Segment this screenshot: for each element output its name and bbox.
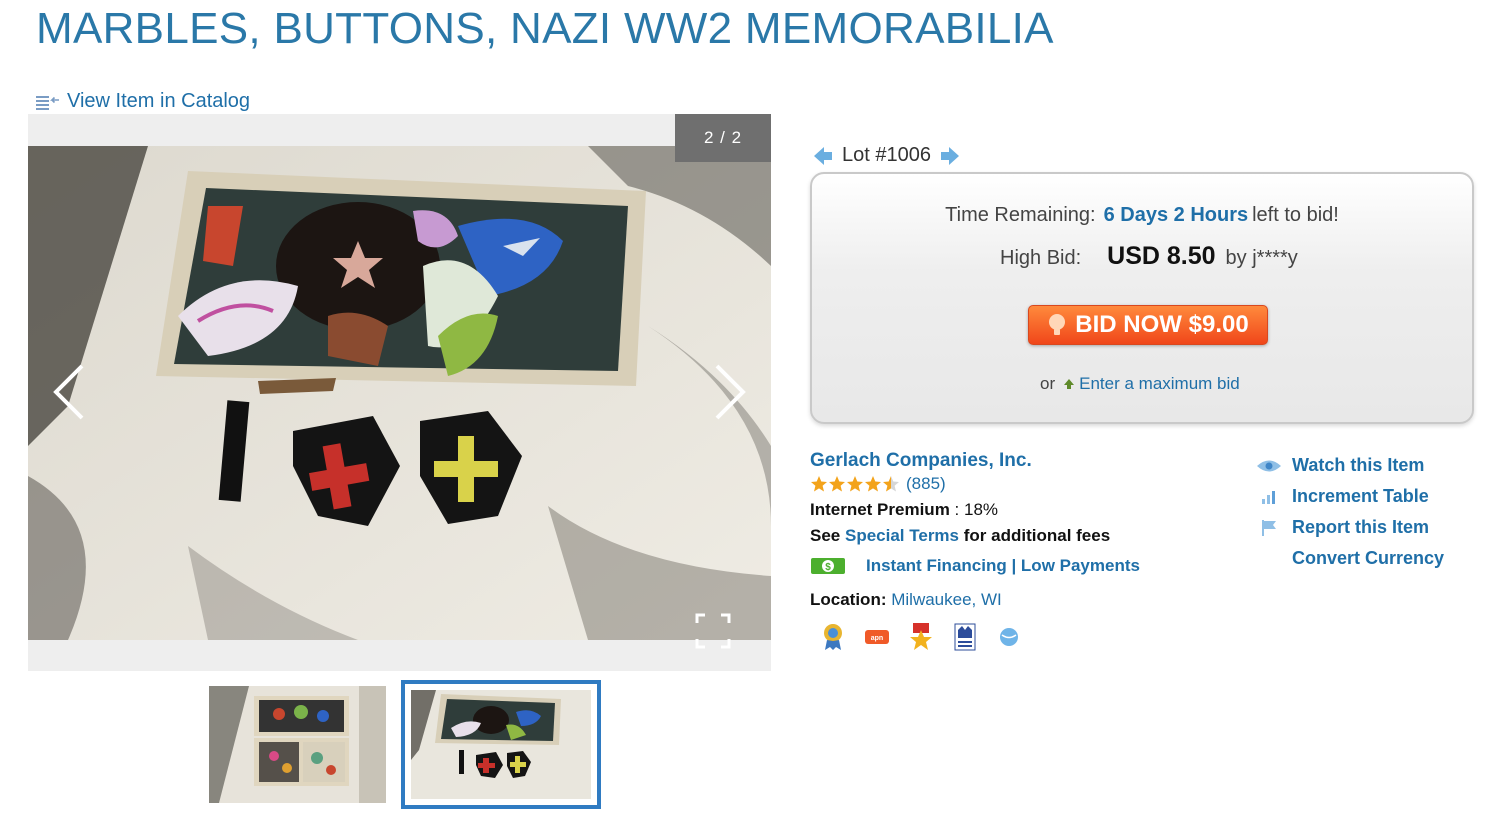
increment-table-label: Increment Table <box>1292 486 1429 506</box>
time-remaining-suffix: left to bid! <box>1252 204 1339 226</box>
high-bid: High Bid: USD 8.50 by j****y <box>1000 242 1298 271</box>
enter-max-bid-label: Enter a maximum bid <box>1079 374 1240 393</box>
high-bidder: by j****y <box>1225 247 1298 269</box>
time-remaining-value: 6 Days 2 Hours <box>1103 204 1249 226</box>
star-rating-icon <box>811 476 899 492</box>
bar-chart-icon <box>1256 487 1282 507</box>
thumbnail-strip <box>0 680 800 810</box>
premium-label: Internet Premium <box>810 500 950 519</box>
association-badge-icon <box>954 623 976 651</box>
seller-name-link[interactable]: Gerlach Companies, Inc. <box>810 450 1032 472</box>
next-lot-arrow-icon[interactable] <box>939 145 961 167</box>
bid-now-label: BID NOW $9.00 <box>1075 311 1249 338</box>
special-terms: See Special Terms for additional fees <box>810 526 1110 546</box>
convert-currency-label: Convert Currency <box>1292 548 1445 568</box>
item-actions: Watch this Item Increment Table Report t… <box>1256 450 1444 574</box>
catalog-link-label: View Item in Catalog <box>67 90 251 112</box>
image-viewer: 2 / 2 <box>28 114 771 671</box>
lightbulb-icon <box>1049 314 1066 335</box>
next-image-arrow[interactable] <box>709 362 749 422</box>
up-arrow-icon <box>1064 379 1075 389</box>
currency-icon <box>1256 549 1282 569</box>
thumbnail-2-selected[interactable] <box>401 680 601 809</box>
premium-value: : 18% <box>954 500 999 519</box>
svg-text:apn: apn <box>871 635 883 642</box>
terms-suffix: for additional fees <box>963 526 1111 545</box>
financing-link[interactable]: $ Instant Financing | Low Payments <box>810 556 1140 576</box>
flag-icon <box>1256 518 1282 538</box>
special-terms-link[interactable]: Special Terms <box>845 526 959 545</box>
lot-number: Lot #1006 <box>842 144 931 166</box>
report-item-link[interactable]: Report this Item <box>1256 512 1444 543</box>
terms-prefix: See <box>810 526 841 545</box>
view-in-catalog-link[interactable]: View Item in Catalog <box>35 90 250 113</box>
watch-item-label: Watch this Item <box>1292 455 1425 475</box>
seller-rating[interactable]: (885) <box>810 474 946 494</box>
rating-count: (885) <box>906 474 946 493</box>
previous-lot-arrow-icon[interactable] <box>812 145 834 167</box>
thumbnail-1[interactable] <box>209 686 386 803</box>
image-counter: 2 / 2 <box>675 114 771 162</box>
item-location: Location: Milwaukee, WI <box>810 590 1002 610</box>
financing-label: Instant Financing | Low Payments <box>866 556 1140 575</box>
eye-icon <box>1256 456 1282 476</box>
bid-panel: Time Remaining: 6 Days 2 Hours left to bid… <box>810 172 1474 424</box>
max-bid-row: or Enter a maximum bid <box>1040 374 1240 394</box>
internet-premium: Internet Premium : 18% <box>810 500 998 520</box>
page-title: MARBLES, BUTTONS, NAZI WW2 MEMORABILIA <box>36 4 1054 53</box>
svg-text:$: $ <box>825 562 831 573</box>
location-label: Location: <box>810 590 887 609</box>
high-bid-label: High Bid: <box>1000 247 1082 269</box>
previous-image-arrow[interactable] <box>50 362 90 422</box>
time-remaining-label: Time Remaining: <box>945 204 1096 226</box>
award-ribbon-icon <box>824 624 842 650</box>
fullscreen-button[interactable] <box>695 613 731 649</box>
auction-page: MARBLES, BUTTONS, NAZI WW2 MEMORABILIA V… <box>0 0 1500 818</box>
seller-badges: apn <box>820 622 1022 652</box>
high-bid-amount: USD 8.50 <box>1107 242 1216 270</box>
fullscreen-icon <box>695 613 731 649</box>
or-text: or <box>1040 374 1056 393</box>
location-link[interactable]: Milwaukee, WI <box>891 590 1002 609</box>
time-remaining: Time Remaining: 6 Days 2 Hours left to bid… <box>812 204 1472 227</box>
chevron-right-icon <box>715 364 746 420</box>
chevron-left-icon <box>53 364 84 420</box>
lot-navigation: Lot #1006 <box>812 144 961 167</box>
apn-badge-icon: apn <box>865 630 889 644</box>
bid-now-button[interactable]: BID NOW $9.00 <box>1028 305 1268 345</box>
enter-max-bid-link[interactable]: Enter a maximum bid <box>1063 374 1240 394</box>
item-photo[interactable] <box>28 146 771 640</box>
report-item-label: Report this Item <box>1292 517 1430 537</box>
convert-currency-link[interactable]: Convert Currency <box>1256 543 1444 574</box>
money-icon: $ <box>811 558 845 574</box>
watch-item-link[interactable]: Watch this Item <box>1256 450 1444 481</box>
medal-star-icon <box>910 623 932 650</box>
increment-table-link[interactable]: Increment Table <box>1256 481 1444 512</box>
rating-stars <box>810 475 902 493</box>
catalog-list-icon <box>35 93 61 111</box>
globe-badge-icon <box>1000 628 1018 646</box>
